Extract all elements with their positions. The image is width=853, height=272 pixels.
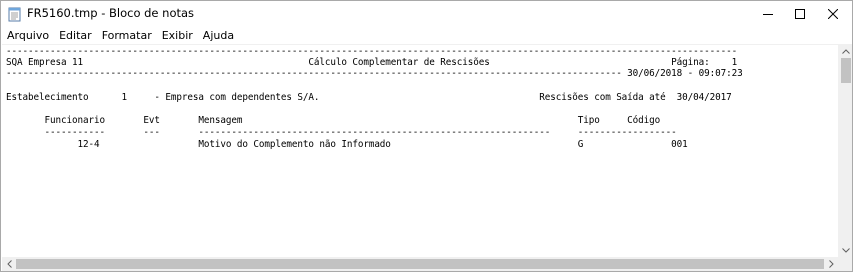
text-line: ----------------------------------------… <box>6 68 743 79</box>
chevron-left-icon <box>6 260 12 268</box>
maximize-button[interactable] <box>783 1 817 27</box>
text-line: Estabelecimento 1 - Empresa com dependen… <box>6 92 732 103</box>
vertical-scrollbar[interactable] <box>838 44 852 257</box>
notepad-icon <box>8 6 22 22</box>
scroll-down-button[interactable] <box>839 243 853 257</box>
menu-editar[interactable]: Editar <box>54 27 97 44</box>
chevron-up-icon <box>842 48 850 54</box>
close-icon <box>828 9 838 19</box>
minimize-icon <box>763 14 773 15</box>
horizontal-scroll-thumb[interactable] <box>16 259 824 269</box>
minimize-button[interactable] <box>751 1 785 27</box>
text-line: ----------- --- ------------------------… <box>6 127 677 138</box>
menu-arquivo[interactable]: Arquivo <box>2 27 54 44</box>
title-bar[interactable]: FR5160.tmp - Bloco de notas <box>1 1 852 27</box>
chevron-down-icon <box>842 247 850 253</box>
chevron-right-icon <box>828 260 834 268</box>
menu-bar: Arquivo Editar Formatar Exibir Ajuda <box>1 27 852 44</box>
text-editor[interactable]: ----------------------------------------… <box>2 44 838 257</box>
text-line: Funcionario Evt Mensagem Tipo Código <box>6 115 661 126</box>
scroll-left-button[interactable] <box>2 257 16 271</box>
scroll-right-button[interactable] <box>824 257 838 271</box>
menu-exibir[interactable]: Exibir <box>157 27 198 44</box>
text-line: 12-4 Motivo do Complemento não Informado… <box>6 139 688 150</box>
window-title: FR5160.tmp - Bloco de notas <box>27 6 195 20</box>
scrollbar-corner <box>838 257 852 271</box>
menu-formatar[interactable]: Formatar <box>97 27 157 44</box>
maximize-icon <box>795 9 805 19</box>
notepad-window: FR5160.tmp - Bloco de notas Arquivo Edit… <box>0 0 853 272</box>
scroll-up-button[interactable] <box>839 44 853 58</box>
vertical-scroll-thumb[interactable] <box>841 58 851 83</box>
horizontal-scrollbar[interactable] <box>2 257 838 271</box>
menu-ajuda[interactable]: Ajuda <box>198 27 239 44</box>
close-button[interactable] <box>816 1 850 27</box>
